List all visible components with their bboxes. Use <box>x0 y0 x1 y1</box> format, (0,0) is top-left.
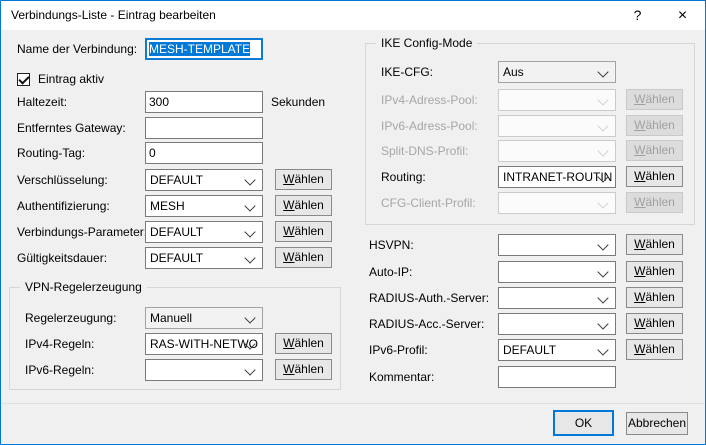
chevron-down-icon <box>597 266 608 277</box>
ipv6-profile-label: IPv6-Profil: <box>369 339 428 361</box>
ipv6-profile-row: IPv6-Profil: DEFAULT Wählen <box>1 339 706 361</box>
chevron-down-icon <box>597 120 608 131</box>
split-dns-profile-select-button: Wählen <box>626 140 683 161</box>
auto-ip-label: Auto-IP: <box>369 261 412 283</box>
cancel-button[interactable]: Abbrechen <box>626 412 688 435</box>
help-button[interactable]: ? <box>615 1 660 30</box>
ipv6-profile-combo[interactable]: DEFAULT <box>498 339 616 361</box>
help-icon: ? <box>634 7 642 23</box>
auto-ip-row: Auto-IP: Wählen <box>1 261 706 283</box>
auto-ip-select-button[interactable]: Wählen <box>626 261 683 282</box>
split-dns-profile-label: Split-DNS-Profil: <box>381 140 468 162</box>
ipv6-address-pool-label: IPv6-Adress-Pool: <box>381 115 478 137</box>
cfg-client-profile-label: CFG-Client-Profil: <box>381 192 476 214</box>
routing-combo[interactable]: INTRANET-ROUTIN <box>498 166 616 188</box>
radius-auth-server-select-button[interactable]: Wählen <box>626 287 683 308</box>
hsvpn-label: HSVPN: <box>369 234 414 256</box>
close-icon: × <box>678 7 687 24</box>
selected-text: MESH-TEMPLATE <box>149 42 250 56</box>
chevron-down-icon <box>597 344 608 355</box>
close-button[interactable]: × <box>660 1 705 30</box>
cfg-client-profile-select-button: Wählen <box>626 192 683 213</box>
radius-auth-server-label: RADIUS-Auth.-Server: <box>369 287 489 309</box>
ipv6-profile-value: DEFAULT <box>503 343 556 357</box>
chevron-down-icon <box>597 292 608 303</box>
radius-acc-server-row: RADIUS-Acc.-Server: Wählen <box>1 313 706 335</box>
routing-row: Routing: INTRANET-ROUTIN Wählen <box>1 166 706 188</box>
cfg-client-profile-row: CFG-Client-Profil: Wählen <box>1 192 706 214</box>
ipv6-address-pool-combo <box>498 115 616 137</box>
radius-acc-server-label: RADIUS-Acc.-Server: <box>369 313 484 335</box>
radius-auth-server-combo[interactable] <box>498 287 616 309</box>
ok-button[interactable]: OK <box>553 410 614 436</box>
ike-cfg-row: IKE-CFG: Aus <box>1 61 706 83</box>
connection-name-row: Name der Verbindung: MESH-TEMPLATE <box>1 38 706 60</box>
comment-row: Kommentar: <box>1 366 706 388</box>
chevron-down-icon <box>597 66 608 77</box>
ipv6-address-pool-select-button: Wählen <box>626 115 683 136</box>
ipv4-address-pool-row: IPv4-Adress-Pool: Wählen <box>1 89 706 111</box>
auto-ip-combo[interactable] <box>498 261 616 283</box>
connection-name-input[interactable]: MESH-TEMPLATE <box>145 38 263 60</box>
chevron-down-icon <box>597 239 608 250</box>
ipv4-address-pool-combo <box>498 89 616 111</box>
hsvpn-select-button[interactable]: Wählen <box>626 234 683 255</box>
split-dns-profile-row: Split-DNS-Profil: Wählen <box>1 140 706 162</box>
routing-label: Routing: <box>381 166 426 188</box>
chevron-down-icon <box>597 318 608 329</box>
hsvpn-row: HSVPN: Wählen <box>1 234 706 256</box>
routing-value: INTRANET-ROUTIN <box>503 170 612 184</box>
hsvpn-combo[interactable] <box>498 234 616 256</box>
radius-acc-server-combo[interactable] <box>498 313 616 335</box>
ike-cfg-value: Aus <box>503 65 524 79</box>
comment-input[interactable] <box>498 366 616 388</box>
chevron-down-icon <box>597 94 608 105</box>
chevron-down-icon <box>597 145 608 156</box>
split-dns-profile-combo <box>498 140 616 162</box>
ipv4-address-pool-label: IPv4-Adress-Pool: <box>381 89 478 111</box>
connection-edit-dialog: Verbindungs-Liste - Eintrag bearbeiten ?… <box>0 0 706 445</box>
footer-separator <box>2 403 704 404</box>
chevron-down-icon <box>597 197 608 208</box>
ike-cfg-label: IKE-CFG: <box>381 61 433 83</box>
radius-auth-server-row: RADIUS-Auth.-Server: Wählen <box>1 287 706 309</box>
cfg-client-profile-combo <box>498 192 616 214</box>
ipv4-address-pool-select-button: Wählen <box>626 89 683 110</box>
comment-label: Kommentar: <box>369 366 434 388</box>
ipv6-profile-select-button[interactable]: Wählen <box>626 339 683 360</box>
ipv6-address-pool-row: IPv6-Adress-Pool: Wählen <box>1 115 706 137</box>
dialog-title: Verbindungs-Liste - Eintrag bearbeiten <box>11 1 216 30</box>
title-bar[interactable]: Verbindungs-Liste - Eintrag bearbeiten ?… <box>1 1 705 30</box>
ike-cfg-dropdown[interactable]: Aus <box>498 61 616 83</box>
routing-select-button[interactable]: Wählen <box>626 166 683 187</box>
connection-name-label: Name der Verbindung: <box>17 38 137 60</box>
radius-acc-server-select-button[interactable]: Wählen <box>626 313 683 334</box>
